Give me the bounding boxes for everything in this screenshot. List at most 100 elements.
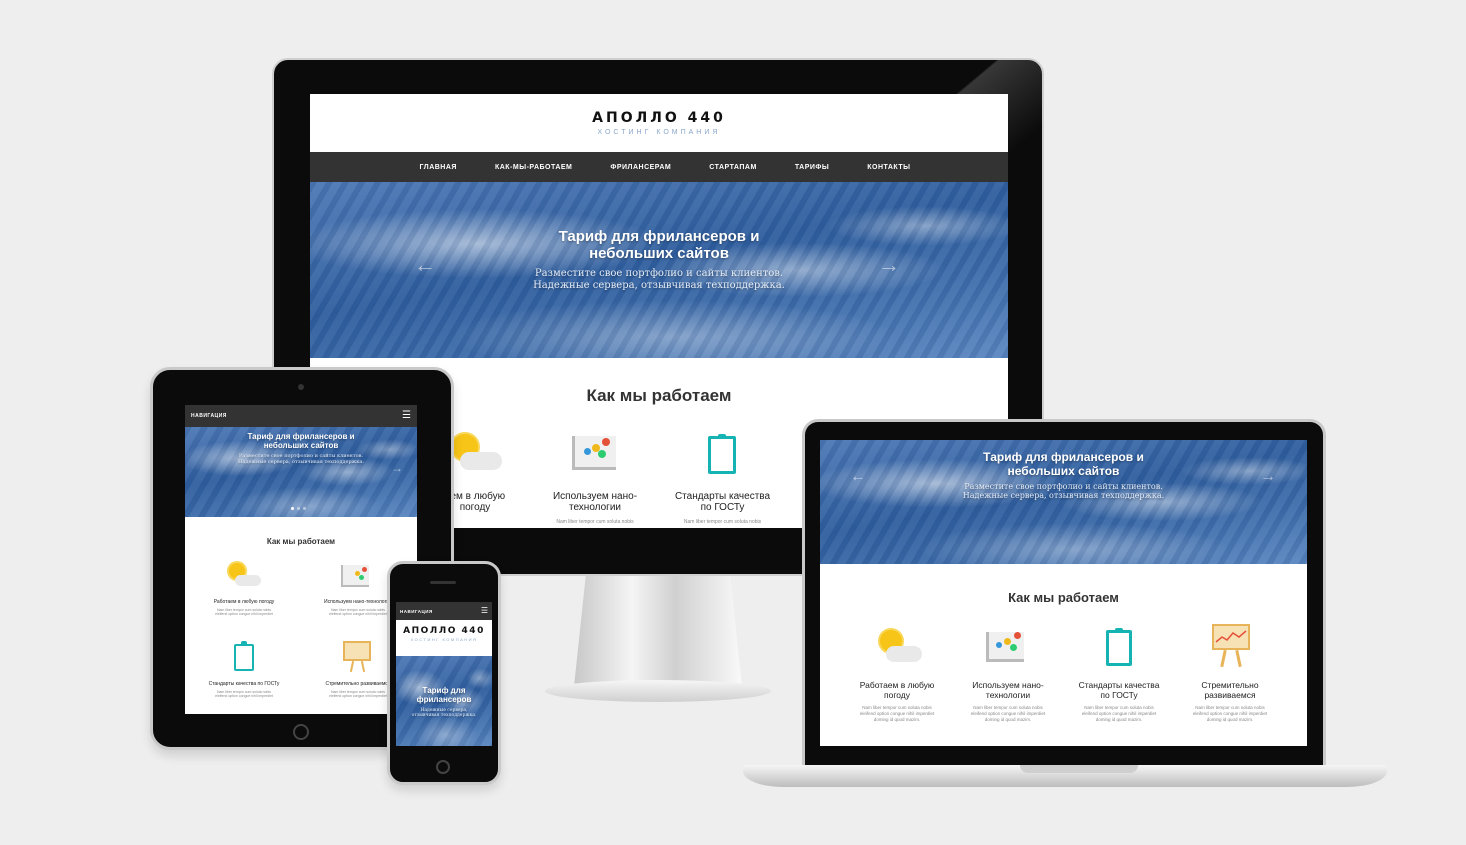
phone-home-button[interactable] xyxy=(436,760,450,774)
tablet-screen: НАВИГАЦИЯ ☰ → Тариф для фрилансеров и не… xyxy=(185,405,417,714)
laptop-notch xyxy=(1020,765,1138,773)
phone-nav-label: НАВИГАЦИЯ xyxy=(400,608,433,614)
tablet-camera xyxy=(298,384,304,390)
laptop-feature-nano: Используем нано- технологии Nam liber te… xyxy=(953,680,1063,722)
feature-text: eleifend option congue nihil imperdiet xyxy=(215,612,273,616)
laptop-easel-icon xyxy=(1212,624,1252,668)
feature-title: развиваемся xyxy=(1204,690,1256,700)
feature-nano-icon xyxy=(570,432,620,472)
feature-title: Стандарты качества xyxy=(674,491,771,502)
phone-hero: Тариф для фрилансеров Надежные сервера, … xyxy=(396,656,492,746)
clipboard-icon xyxy=(708,434,736,474)
feature-text: eleifend option congue nihil imperdiet xyxy=(1192,711,1268,716)
phone-speaker xyxy=(430,581,456,584)
feature-text: Nam liber tempor cum soluta nobis xyxy=(862,705,932,710)
phone-navbar: НАВИГАЦИЯ ☰ xyxy=(396,602,492,620)
tablet-feature-gost: Стандарты качества по ГОСТу Nam liber te… xyxy=(191,681,297,698)
feature-nano: Используем нано- технологии Nam liber te… xyxy=(542,491,648,525)
feature-title: по ГОСТу xyxy=(700,502,745,513)
tablet-hero-sub-line2: Надежные сервера, отзывчивая техподдержк… xyxy=(238,459,364,465)
phone-hero-sub-line2: отзывчивая техподдержка. xyxy=(411,713,477,718)
laptop-section-title: Как мы работаем xyxy=(1008,590,1119,605)
phone-screen: НАВИГАЦИЯ ☰ АПОЛЛО 440 ХОСТИНГ КОМПАНИЯ … xyxy=(396,602,492,746)
feature-title: по ГОСТу xyxy=(1100,690,1138,700)
feature-text: Nam liber tempor cum soluta nobis xyxy=(1084,705,1154,710)
tablet-weather-icon xyxy=(227,561,263,589)
feature-text: eleifend option congue nihil imperdiet xyxy=(970,711,1046,716)
feature-title: Используем нано- xyxy=(552,491,638,502)
feature-title: Используем нано- xyxy=(972,680,1044,690)
laptop-hero-text: Тариф для фрилансеров и небольших сайтов… xyxy=(820,450,1307,500)
laptop-hero-sub-line2: Надежные сервера, отзывчивая техподдержк… xyxy=(962,491,1165,500)
hamburger-menu-icon[interactable]: ☰ xyxy=(481,607,488,615)
hero-title-line2: небольших сайтов xyxy=(589,245,729,262)
tablet-easel-icon xyxy=(343,641,373,673)
feature-title: Работаем в любую погоду xyxy=(213,599,275,605)
laptop-feature-weather: Работаем в любую погоду Nam liber tempor… xyxy=(842,680,952,722)
feature-title: Стандарты качества xyxy=(1078,680,1160,690)
feature-weather-icon xyxy=(446,430,502,474)
monitor-stand xyxy=(573,568,743,696)
feature-text: eleifend option congue nihil imperdiet xyxy=(1081,711,1157,716)
nav-startups[interactable]: СТАРТАПАМ xyxy=(709,164,757,171)
tablet-hero-title-line1: Тариф для фрилансеров и xyxy=(247,432,355,441)
hero-text: Тариф для фрилансеров и небольших сайтов… xyxy=(310,228,1008,291)
tablet-feature-weather: Работаем в любую погоду Nam liber tempor… xyxy=(191,599,297,616)
cloud-icon xyxy=(460,452,502,470)
tablet-hero-text: Тариф для фрилансеров и небольших сайтов… xyxy=(185,432,417,465)
main-nav: ГЛАВНАЯ КАК-МЫ-РАБОТАЕМ ФРИЛАНСЕРАМ СТАР… xyxy=(310,152,1008,182)
laptop-hero-sub-line1: Разместите свое портфолио и сайты клиент… xyxy=(964,482,1163,491)
nav-how-we-work[interactable]: КАК-МЫ-РАБОТАЕМ xyxy=(495,164,572,171)
tablet-nav-label: НАВИГАЦИЯ xyxy=(191,413,227,419)
feature-title: Стремительно xyxy=(1201,680,1259,690)
feature-title: Стандарты качества по ГОСТу xyxy=(208,681,280,687)
laptop-hero: ← → Тариф для фрилансеров и небольших са… xyxy=(820,440,1307,564)
nav-freelancers[interactable]: ФРИЛАНСЕРАМ xyxy=(610,164,671,171)
phone-tagline: ХОСТИНГ КОМПАНИЯ xyxy=(410,637,478,642)
laptop-feature-growth: Стремительно развиваемся Nam liber tempo… xyxy=(1175,680,1285,722)
site-logo[interactable]: АПОЛЛО 440 xyxy=(310,110,1008,126)
laptop-hero-title-line2: небольших сайтов xyxy=(1007,464,1120,478)
feature-text: Nam liber tempor cum soluta nobis xyxy=(1195,705,1265,710)
phone-hero-text: Тариф для фрилансеров Надежные сервера, … xyxy=(396,686,492,718)
feature-clipboard-icon xyxy=(706,432,738,476)
hero-subtitle-line1: Разместите свое портфолио и сайты клиент… xyxy=(534,268,784,279)
feature-text: doming id quod mazim. xyxy=(984,717,1032,722)
growth-chart-icon xyxy=(1215,630,1247,643)
laptop-weather-icon xyxy=(872,626,922,666)
laptop-clipboard-icon xyxy=(1105,626,1135,668)
tablet-section-title: Как мы работаем xyxy=(266,537,336,546)
feature-text: eleifend option congue nihil imperdiet xyxy=(215,694,273,698)
feature-title: погоду xyxy=(884,690,910,700)
phone-logo[interactable]: АПОЛЛО 440 xyxy=(396,626,492,636)
phone-header: АПОЛЛО 440 ХОСТИНГ КОМПАНИЯ xyxy=(396,620,492,656)
site-header: АПОЛЛО 440 ХОСТИНГ КОМПАНИЯ xyxy=(310,94,1008,152)
feature-text: Nam liber tempor cum soluta nobis xyxy=(556,519,634,525)
tablet-home-button[interactable] xyxy=(293,724,309,740)
hero-slider: ← → Тариф для фрилансеров и небольших са… xyxy=(310,182,1008,358)
site-tagline: ХОСТИНГ КОМПАНИЯ xyxy=(597,129,721,136)
hero-subtitle-line2: Надежные сервера, отзывчивая техподдержк… xyxy=(533,280,785,291)
laptop-feature-gost: Стандарты качества по ГОСТу Nam liber te… xyxy=(1064,680,1174,722)
feature-title: технологии xyxy=(985,690,1031,700)
laptop-nano-icon xyxy=(986,628,1030,664)
hamburger-menu-icon[interactable]: ☰ xyxy=(402,411,411,421)
nav-pricing[interactable]: ТАРИФЫ xyxy=(795,164,829,171)
feature-text: eleifend option congue nihil imperdiet xyxy=(859,711,935,716)
feature-title: Работаем в любую xyxy=(859,680,935,690)
tablet-hero-title-line2: небольших сайтов xyxy=(263,441,339,450)
tablet-clipboard-icon xyxy=(233,641,257,673)
feature-gost: Стандарты качества по ГОСТу Nam liber te… xyxy=(665,491,780,525)
nav-home[interactable]: ГЛАВНАЯ xyxy=(419,164,456,171)
phone-hero-title-line1: Тариф для xyxy=(422,686,466,695)
slider-dots[interactable] xyxy=(291,507,306,510)
laptop-hero-title-line1: Тариф для фрилансеров и xyxy=(983,450,1144,464)
feature-title: технологии xyxy=(568,502,621,513)
nav-contacts[interactable]: КОНТАКТЫ xyxy=(867,164,910,171)
hero-title-line1: Тариф для фрилансеров и xyxy=(558,228,760,245)
tablet-hero: → Тариф для фрилансеров и небольших сайт… xyxy=(185,427,417,517)
phone-hero-title-line2: фрилансеров xyxy=(416,695,472,704)
feature-text: Nam liber tempor cum soluta nobis xyxy=(973,705,1043,710)
tablet-nano-icon xyxy=(341,563,373,589)
feature-text: doming id quod mazim. xyxy=(1095,717,1143,722)
